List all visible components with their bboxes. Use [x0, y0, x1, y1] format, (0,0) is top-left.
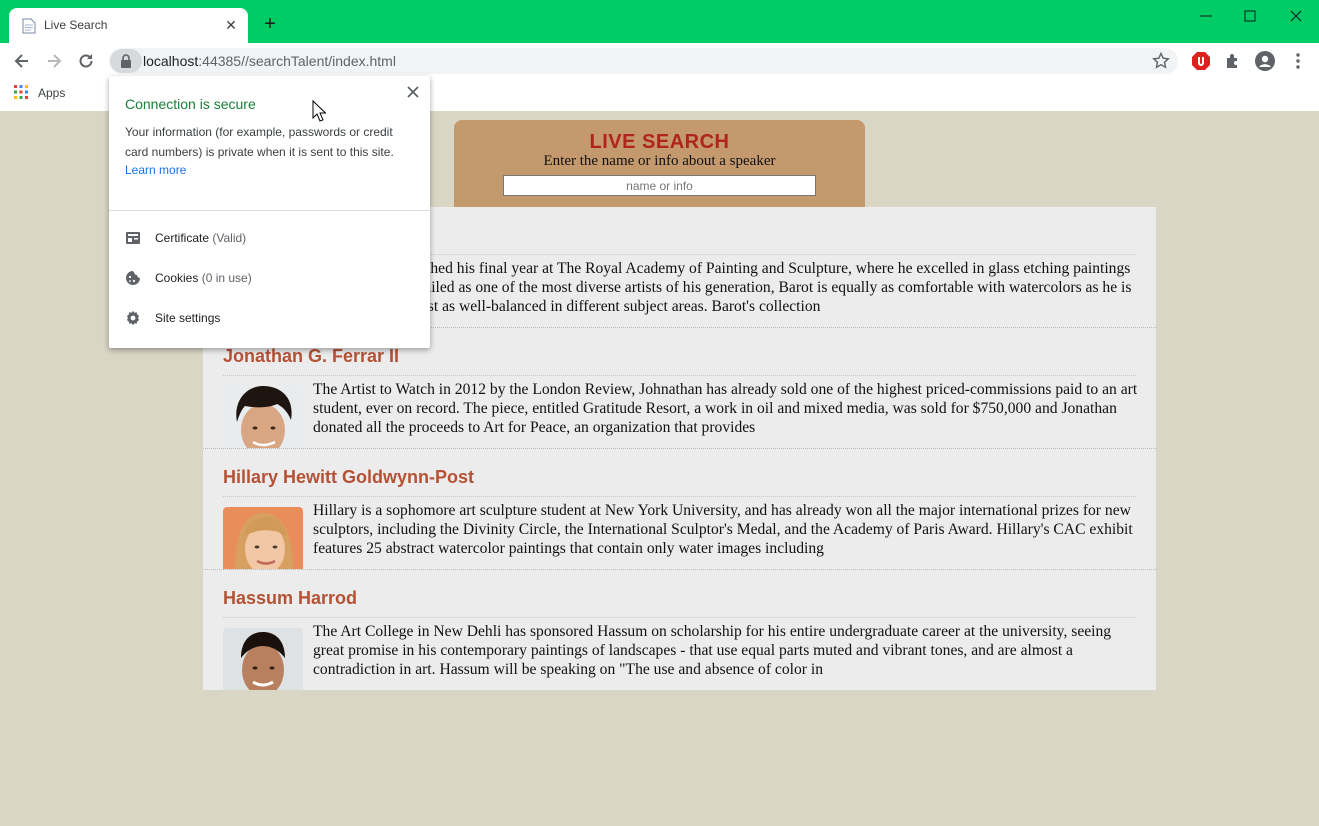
search-input[interactable]	[503, 175, 816, 196]
menu-kebab-icon[interactable]	[1288, 51, 1308, 71]
speaker-name[interactable]: Jonathan G. Ferrar II	[223, 346, 399, 367]
minimize-icon[interactable]	[1196, 6, 1216, 26]
tab-title: Live Search	[44, 18, 108, 32]
speaker-name[interactable]: Hillary Hewitt Goldwynn-Post	[223, 467, 474, 488]
profile-avatar-icon[interactable]	[1255, 51, 1275, 71]
search-title: LIVE SEARCH	[589, 131, 730, 153]
certificate-row[interactable]: Certificate (Valid)	[109, 218, 430, 258]
site-settings-row[interactable]: Site settings	[109, 298, 430, 338]
site-info-button[interactable]	[110, 49, 142, 73]
browser-tab[interactable]: Live Search ✕	[9, 8, 248, 43]
mouse-cursor-icon	[312, 100, 326, 122]
speaker-name[interactable]: Hassum Harrod	[223, 588, 357, 609]
document-icon	[22, 18, 36, 34]
new-tab-icon[interactable]: +	[260, 14, 280, 35]
divider	[109, 210, 430, 211]
divider	[223, 496, 1136, 497]
speaker-bio: Hillary is a sophomore art sculpture stu…	[313, 502, 1133, 557]
window-close-icon[interactable]	[1286, 6, 1306, 26]
site-info-popup: Connection is secure Your information (f…	[109, 76, 430, 348]
live-search-panel: LIVE SEARCH Enter the name or info about…	[454, 120, 865, 208]
tab-close-icon[interactable]: ✕	[222, 16, 240, 34]
connection-info-text: Your information (for example, passwords…	[125, 125, 394, 159]
reload-icon[interactable]	[76, 51, 96, 71]
speaker-bio: The Art College in New Dehli has sponsor…	[313, 623, 1112, 678]
url-text[interactable]: localhost:44385//searchTalent/index.html	[143, 53, 396, 69]
gear-icon	[126, 310, 140, 326]
cookies-row[interactable]: Cookies (0 in use)	[109, 258, 430, 298]
maximize-icon[interactable]	[1240, 6, 1260, 26]
adblock-extension-icon[interactable]	[1191, 51, 1211, 71]
speaker-photo	[223, 628, 303, 690]
speaker-bio: Barot has just finished his final year a…	[313, 260, 1132, 315]
star-icon[interactable]	[1151, 51, 1171, 71]
speaker-card: Hassum Harrod The Art College in New Deh…	[203, 570, 1156, 690]
learn-more-link[interactable]: Learn more	[125, 163, 186, 177]
close-icon[interactable]	[405, 84, 421, 100]
divider	[223, 375, 1136, 376]
speaker-card: Hillary Hewitt Goldwynn-Post Hillary is …	[203, 449, 1156, 570]
apps-grid-icon[interactable]	[14, 85, 28, 99]
lock-icon	[121, 54, 131, 68]
divider	[223, 617, 1136, 618]
extensions-puzzle-icon[interactable]	[1223, 51, 1243, 71]
speaker-photo	[223, 386, 303, 448]
connection-secure-title: Connection is secure	[125, 96, 256, 112]
certificate-icon	[126, 232, 140, 244]
apps-bookmark[interactable]: Apps	[38, 86, 65, 100]
cookie-icon	[126, 271, 140, 285]
speaker-photo	[223, 507, 303, 569]
forward-arrow-icon[interactable]	[44, 51, 64, 71]
back-arrow-icon[interactable]	[12, 51, 32, 71]
speaker-bio: The Artist to Watch in 2012 by the Londo…	[313, 381, 1138, 436]
search-subtitle: Enter the name or info about a speaker	[543, 153, 776, 169]
